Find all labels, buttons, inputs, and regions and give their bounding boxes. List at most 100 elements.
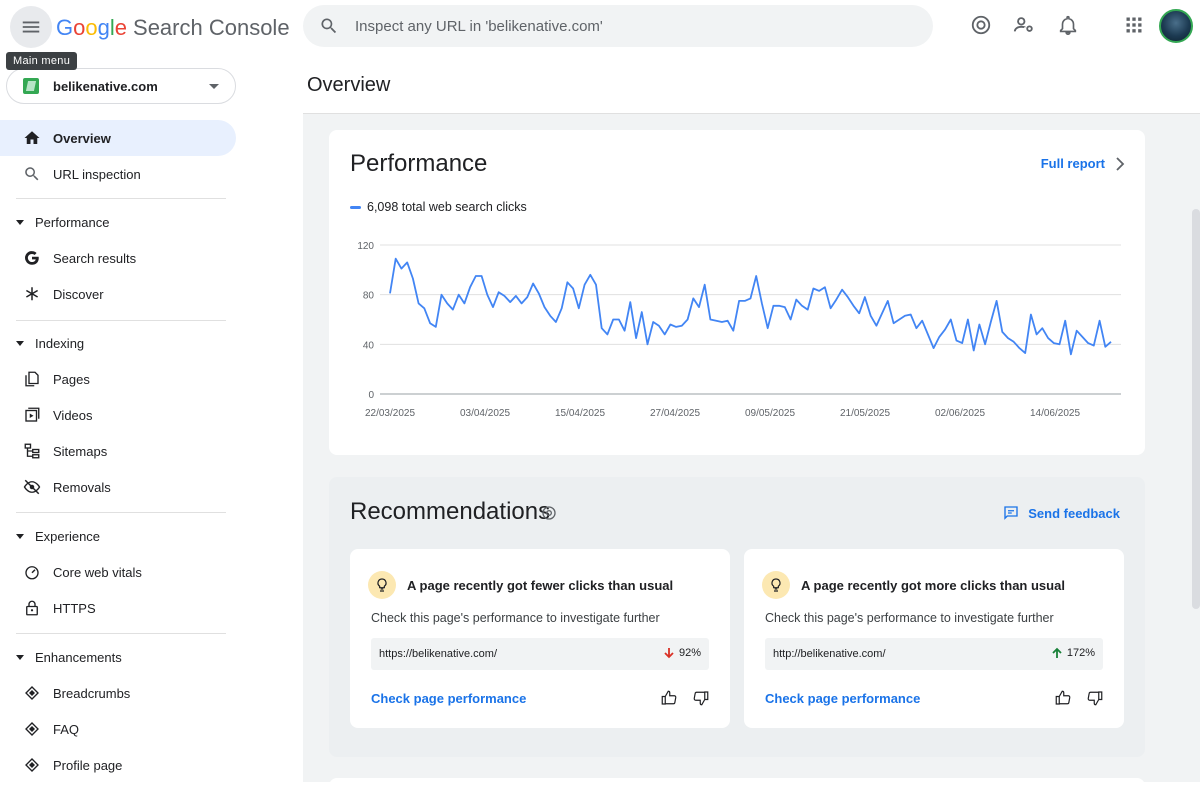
sidebar-item-label: HTTPS <box>53 600 96 616</box>
url-inspect-input[interactable] <box>355 17 895 35</box>
search-console-logo[interactable]: Google Search Console <box>56 12 290 44</box>
sidebar-item-faq[interactable]: FAQ <box>0 711 236 747</box>
asterisk-icon <box>22 284 42 304</box>
manage-accounts-icon <box>1013 17 1033 32</box>
sidebar-item-label: Videos <box>53 407 93 423</box>
help-icon <box>971 15 991 35</box>
sidebar-item-core-web-vitals[interactable]: Core web vitals <box>0 554 236 590</box>
help-button[interactable] <box>968 12 994 38</box>
x-tick-label: 03/04/2025 <box>460 408 510 419</box>
divider <box>16 633 226 634</box>
diamond-icon <box>22 719 42 739</box>
sidebar-item-videos[interactable]: Videos <box>0 397 236 433</box>
page-url: https://belikenative.com/ <box>379 648 498 660</box>
sidebar-item-label: Profile page <box>53 757 123 773</box>
x-tick-label: 14/06/2025 <box>1030 408 1080 419</box>
send-feedback-link[interactable]: Send feedback <box>1002 504 1120 522</box>
product-name: Search Console <box>133 15 290 40</box>
performance-card: Performance Full report 6,098 total web … <box>329 130 1145 455</box>
lightbulb-icon <box>762 571 790 599</box>
page-scrollbar[interactable] <box>1192 209 1200 609</box>
sidebar-item-search-results[interactable]: Search results <box>0 240 236 276</box>
rating-buttons <box>660 689 710 707</box>
y-tick-label: 0 <box>368 390 374 401</box>
main-menu-button[interactable] <box>10 6 52 48</box>
x-tick-label: 15/04/2025 <box>555 408 605 419</box>
sidebar-item-label: Overview <box>53 130 111 146</box>
lightbulb-icon <box>368 571 396 599</box>
arrow-down-icon <box>664 648 674 659</box>
notifications-button[interactable] <box>1055 12 1081 38</box>
clicks-line-chart: 0 40 80 120 22/03/2025 03/04/2025 15/04/2025 27… <box>357 241 1121 419</box>
x-tick-label: 27/04/2025 <box>650 408 700 419</box>
recommendations-title: Recommendations <box>350 498 551 525</box>
sidebar-item-label: Sitemaps <box>53 443 108 459</box>
url-row: https://belikenative.com/ 92% <box>371 638 709 670</box>
property-selector[interactable]: belikenative.com <box>6 68 236 104</box>
sidebar-item-label: URL inspection <box>53 166 141 182</box>
collapse-caret-icon <box>16 340 24 346</box>
change-percent: 172% <box>1051 647 1095 659</box>
recommendations-section: Recommendations Send feedback A page rec… <box>329 477 1145 757</box>
apps-grid-icon <box>1126 17 1142 33</box>
section-indexing[interactable]: Indexing <box>0 325 236 361</box>
next-card <box>329 778 1145 788</box>
sidebar-item-label: FAQ <box>53 721 80 737</box>
divider <box>16 512 226 513</box>
x-tick-label: 09/05/2025 <box>745 408 795 419</box>
change-percent: 92% <box>663 647 701 659</box>
dropdown-caret-icon <box>209 84 219 89</box>
rating-buttons <box>1054 689 1104 707</box>
thumbs-down-icon[interactable] <box>692 689 710 707</box>
recommendation-card: A page recently got more clicks than usu… <box>744 549 1124 728</box>
section-experience[interactable]: Experience <box>0 518 236 554</box>
search-settings-button[interactable] <box>1011 12 1037 38</box>
sidebar-item-url-inspection[interactable]: URL inspection <box>0 156 236 192</box>
feedback-icon <box>1004 506 1018 520</box>
collapse-caret-icon <box>16 533 24 539</box>
property-favicon <box>23 78 39 94</box>
help-circle-icon[interactable] <box>541 505 557 521</box>
recommendation-headline: A page recently got fewer clicks than us… <box>407 578 674 593</box>
section-enhancements[interactable]: Enhancements <box>0 639 236 675</box>
thumbs-down-icon[interactable] <box>1086 689 1104 707</box>
x-tick-label: 02/06/2025 <box>935 408 985 419</box>
account-avatar[interactable] <box>1159 9 1193 43</box>
sitemap-icon <box>22 441 42 461</box>
bell-icon <box>1059 15 1077 35</box>
section-performance[interactable]: Performance <box>0 204 236 240</box>
clicks-series-line[interactable] <box>389 257 1112 356</box>
main-content: Overview Performance Full report 6,098 t… <box>245 56 1200 788</box>
collapse-caret-icon <box>16 219 24 225</box>
home-icon <box>22 128 42 148</box>
divider <box>16 320 226 321</box>
check-page-performance-link[interactable]: Check page performance <box>371 691 526 706</box>
recommendation-headline: A page recently got more clicks than usu… <box>801 578 1065 593</box>
y-tick-label: 120 <box>357 241 374 252</box>
diamond-icon <box>22 755 42 775</box>
sidebar-item-breadcrumbs[interactable]: Breadcrumbs <box>0 675 236 711</box>
thumbs-up-icon[interactable] <box>1054 689 1072 707</box>
sidebar-item-sitemaps[interactable]: Sitemaps <box>0 433 236 469</box>
check-page-performance-link[interactable]: Check page performance <box>765 691 920 706</box>
apps-button[interactable] <box>1121 12 1147 38</box>
sidebar-item-label: Core web vitals <box>53 564 142 580</box>
sidebar-item-removals[interactable]: Removals <box>0 469 236 505</box>
search-icon <box>321 18 337 34</box>
sidebar-item-label: Breadcrumbs <box>53 685 131 701</box>
diamond-icon <box>22 683 42 703</box>
sidebar-item-overview[interactable]: Overview <box>0 120 236 156</box>
recommendation-card: A page recently got fewer clicks than us… <box>350 549 730 728</box>
page-header <box>303 56 1200 114</box>
sidebar-item-profile-page[interactable]: Profile page <box>0 747 236 783</box>
recommendation-description: Check this page's performance to investi… <box>765 611 1054 625</box>
url-inspect-search[interactable] <box>303 5 933 47</box>
collapse-caret-icon <box>16 654 24 660</box>
pages-icon <box>22 369 42 389</box>
sidebar-item-https[interactable]: HTTPS <box>0 590 236 626</box>
sidebar-item-discover[interactable]: Discover <box>0 276 236 312</box>
main-menu-tooltip: Main menu <box>6 52 78 70</box>
thumbs-up-icon[interactable] <box>660 689 678 707</box>
sidebar-item-pages[interactable]: Pages <box>0 361 236 397</box>
page-url: http://belikenative.com/ <box>773 648 886 660</box>
